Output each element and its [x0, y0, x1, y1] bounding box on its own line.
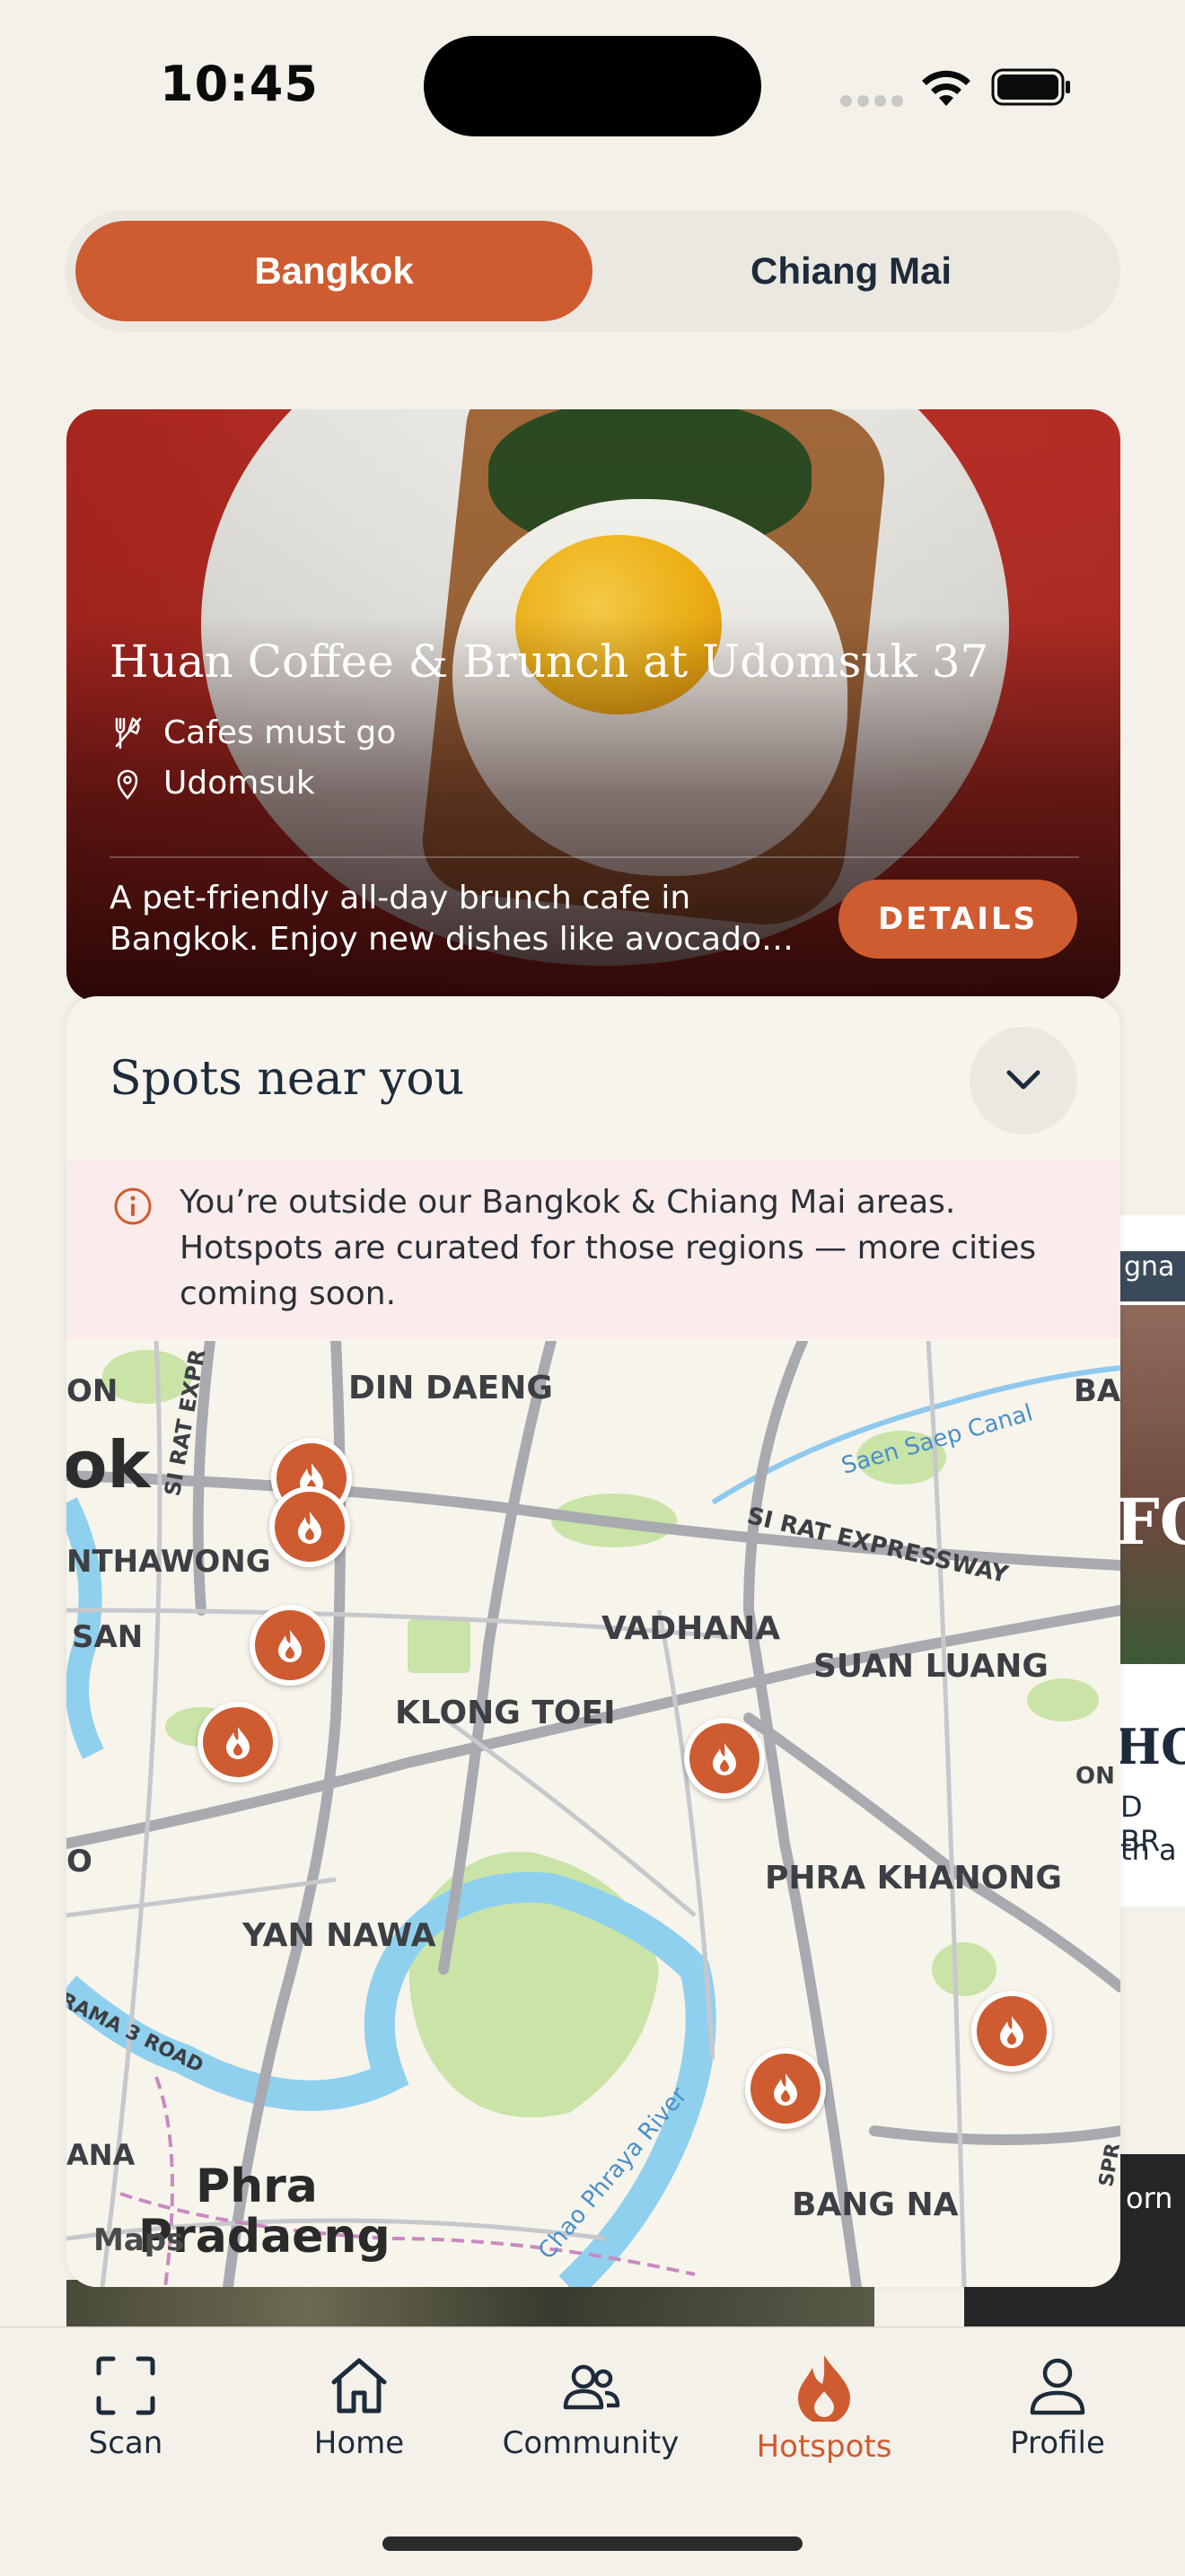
tab-label: Hotspots	[756, 2429, 892, 2465]
hotspot-pin[interactable]	[250, 1605, 330, 1686]
flame-icon	[298, 1511, 321, 1544]
hero-location: Udomsuk	[110, 765, 315, 802]
city-tab-bangkok[interactable]: Bangkok	[75, 221, 592, 321]
city-tab-chiang-mai[interactable]: Chiang Mai	[592, 221, 1110, 321]
tab-label: Community	[502, 2425, 680, 2461]
tab-label: Scan	[88, 2425, 163, 2461]
peek-card-heading: HO	[1120, 1718, 1185, 1775]
spots-sheet: Spots near you You’re outside our Bangko…	[66, 996, 1120, 2287]
chevron-down-icon	[1006, 1070, 1040, 1090]
map-label: YAN NAWA	[242, 1917, 436, 1954]
hotspot-pin[interactable]	[684, 1718, 765, 1799]
flame-icon	[798, 2355, 850, 2422]
flame-icon	[226, 1727, 250, 1759]
hotspot-pin[interactable]	[745, 2048, 826, 2129]
map-label: PHRA KHANONG	[765, 1860, 1062, 1897]
map-label: KLONG TOEI	[395, 1695, 616, 1731]
profile-icon	[1030, 2358, 1085, 2415]
flame-icon	[713, 1743, 736, 1775]
hero-location-label: Udomsuk	[163, 765, 315, 802]
hotspot-pin[interactable]	[269, 1486, 350, 1567]
map-label: NTHAWONG	[66, 1544, 271, 1580]
sheet-title: Spots near you	[110, 1052, 465, 1106]
signal-dots-icon	[840, 93, 912, 107]
map-label: BANG NA	[792, 2186, 959, 2223]
tab-community[interactable]: Community	[492, 2353, 689, 2461]
tab-label: Profile	[1010, 2425, 1105, 2461]
battery-icon	[991, 68, 1070, 106]
peek-card-tag: gna	[1120, 1251, 1185, 1301]
featured-spot-card[interactable]: Huan Coffee & Brunch at Udomsuk 37 Cafes…	[66, 409, 1120, 1002]
hero-title: Huan Coffee & Brunch at Udomsuk 37	[110, 635, 989, 688]
tab-label: Home	[313, 2425, 405, 2461]
home-icon	[331, 2358, 387, 2414]
peek-card-line: th a	[1120, 1833, 1177, 1867]
hotspots-map[interactable]: DIN DAENG ok NTHAWONG SAN VADHANA SUAN L…	[66, 1341, 1120, 2287]
hotspot-pin[interactable]	[198, 1702, 278, 1783]
info-icon	[114, 1187, 152, 1225]
notice-text: You’re outside our Bangkok & Chiang Mai …	[180, 1184, 1037, 1312]
map-label: Phra	[196, 2160, 318, 2213]
hero-category-label: Cafes must go	[163, 714, 397, 751]
peek-card-overlay-text: FO	[1120, 1485, 1185, 1559]
map-label: SAN	[72, 1619, 144, 1655]
peek-card-bottom-tag: orn	[1126, 2181, 1173, 2215]
list-card-image-strip	[66, 2280, 874, 2334]
flame-icon	[774, 2073, 797, 2106]
map-label: ON	[66, 1373, 118, 1409]
utensils-icon	[115, 716, 142, 749]
home-indicator	[382, 2537, 803, 2551]
map-base	[66, 1341, 1120, 2287]
status-time: 10:45	[160, 56, 319, 112]
dynamic-island	[424, 36, 761, 136]
flame-icon	[1000, 2016, 1023, 2048]
map-label: ON	[1075, 1763, 1115, 1790]
scan-icon	[96, 2356, 155, 2415]
collapse-button[interactable]	[970, 1027, 1077, 1135]
map-label: ok	[66, 1427, 151, 1503]
location-pin-icon	[117, 769, 138, 800]
details-button[interactable]: DETAILS	[838, 880, 1077, 959]
map-label: SUAN LUANG	[813, 1648, 1049, 1685]
map-label: BA	[1074, 1373, 1120, 1409]
tab-profile[interactable]: Profile	[959, 2353, 1156, 2461]
hero-divider	[110, 856, 1079, 858]
maps-attribution: Maps	[93, 2222, 185, 2258]
map-label: O	[66, 1844, 92, 1879]
hero-description: A pet-friendly all-day brunch cafe in Ba…	[110, 880, 794, 958]
map-label: ANA	[66, 2138, 136, 2172]
map-label: VADHANA	[601, 1610, 781, 1647]
tab-hotspots[interactable]: Hotspots	[725, 2353, 923, 2465]
tab-scan[interactable]: Scan	[27, 2353, 224, 2461]
next-card-peek[interactable]: gna FO HO D BR th a	[1120, 1215, 1185, 1906]
hero-category: Cafes must go	[110, 714, 396, 751]
map-label: DIN DAENG	[348, 1370, 553, 1406]
flame-icon	[278, 1630, 302, 1662]
community-icon	[563, 2364, 620, 2410]
outside-area-notice: You’re outside our Bangkok & Chiang Mai …	[66, 1160, 1120, 1339]
hotspot-pin[interactable]	[971, 1991, 1052, 2072]
wifi-icon	[922, 70, 970, 106]
tab-home[interactable]: Home	[260, 2353, 458, 2461]
